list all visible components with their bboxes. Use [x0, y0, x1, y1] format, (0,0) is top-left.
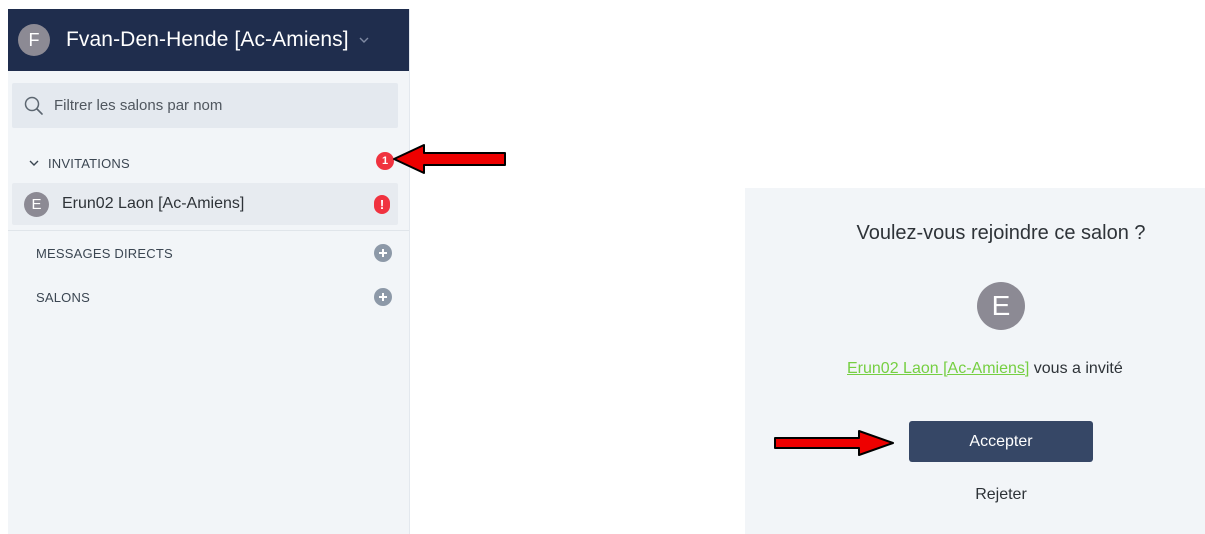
room-filter-input[interactable] [54, 97, 374, 114]
room-filter[interactable] [12, 83, 398, 128]
rooms-label: SALONS [36, 289, 90, 305]
inviter-avatar: E [977, 282, 1025, 330]
invitation-room-item[interactable]: E Erun02 Laon [Ac-Amiens] ! [12, 183, 398, 225]
invite-message: Erun02 Laon [Ac-Amiens] vous a invité [847, 360, 1123, 378]
invitation-alert-badge: ! [374, 195, 390, 214]
rooms-section-header[interactable]: SALONS [36, 286, 394, 308]
invitations-label: INVITATIONS [48, 155, 130, 171]
join-room-question: Voulez-vous rejoindre ce salon ? [856, 222, 1146, 244]
inviter-link[interactable]: Erun02 Laon [Ac-Amiens] [847, 360, 1029, 377]
invitations-section-header[interactable]: INVITATIONS 1 [28, 152, 394, 174]
plus-circle-icon [379, 293, 387, 301]
add-room-button[interactable] [374, 288, 392, 306]
room-list-sidebar: F Fvan-Den-Hende [Ac-Amiens] INVITATIONS… [8, 9, 410, 534]
direct-messages-section-header[interactable]: MESSAGES DIRECTS [36, 242, 394, 264]
user-avatar: F [18, 24, 50, 56]
user-name: Fvan-Den-Hende [Ac-Amiens] [66, 28, 349, 51]
invite-preview-panel: Voulez-vous rejoindre ce salon ? E Erun0… [745, 188, 1205, 534]
arrow-annotation-icon [774, 430, 894, 456]
accept-button[interactable]: Accepter [909, 421, 1093, 462]
chevron-down-icon[interactable] [28, 157, 40, 169]
room-avatar: E [24, 191, 49, 217]
invite-suffix: vous a invité [1029, 360, 1123, 377]
search-icon [24, 96, 43, 115]
plus-circle-icon [379, 249, 387, 257]
reject-button[interactable]: Rejeter [745, 486, 1205, 504]
section-divider [8, 230, 409, 231]
direct-messages-label: MESSAGES DIRECTS [36, 245, 173, 261]
user-menu-header[interactable]: F Fvan-Den-Hende [Ac-Amiens] [8, 9, 409, 71]
arrow-annotation-icon [393, 144, 506, 174]
room-name: Erun02 Laon [Ac-Amiens] [62, 195, 245, 212]
add-direct-message-button[interactable] [374, 244, 392, 262]
chevron-down-icon[interactable] [357, 33, 371, 47]
